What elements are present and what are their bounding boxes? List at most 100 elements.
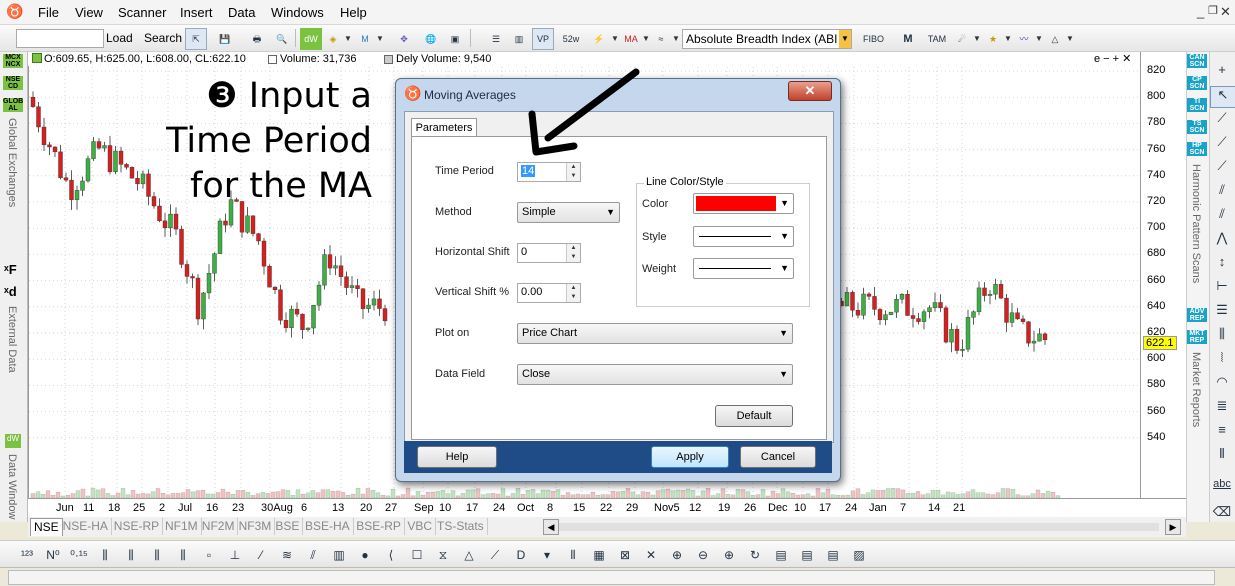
vertical-shift-stepper[interactable]: 0.00 ▲ ▼: [517, 283, 581, 303]
draw-tool-icon[interactable]: ◈: [322, 28, 344, 50]
cursor-icon[interactable]: ↖: [1210, 86, 1235, 108]
cycle-icon[interactable]: ⦚: [1210, 350, 1234, 370]
line-sl-icon[interactable]: ⟋: [1210, 158, 1234, 178]
exchange-global[interactable]: GLOB AL: [3, 98, 23, 112]
cross-icon[interactable]: ✕: [640, 544, 662, 566]
color-select[interactable]: ▼: [693, 193, 794, 214]
tab-ts-stats[interactable]: TS-Stats: [434, 518, 488, 535]
scroll-right-icon[interactable]: ▶: [1165, 519, 1181, 535]
close-icon[interactable]: ✕: [1220, 4, 1231, 20]
tab-nse[interactable]: NSE: [30, 518, 63, 536]
pattern-icon[interactable]: ⚡: [588, 28, 610, 50]
screen-icon[interactable]: ▣: [444, 28, 466, 50]
wave-icon[interactable]: 〰: [1013, 28, 1035, 50]
dropdown-icon[interactable]: ▾: [536, 544, 558, 566]
stepper-arrows-icon[interactable]: ▲ ▼: [566, 284, 580, 302]
tab-nf3m[interactable]: NF3M: [236, 518, 276, 535]
global-exchanges-tab[interactable]: Global Exchanges: [6, 118, 18, 207]
d-line-icon[interactable]: D: [510, 544, 532, 566]
help-button[interactable]: Help: [417, 446, 497, 468]
style-select[interactable]: ▼: [693, 226, 794, 247]
numbers-icon[interactable]: ¹²³: [16, 544, 38, 566]
parallel-icon[interactable]: ⫽: [302, 544, 324, 566]
menu-insert[interactable]: Insert: [180, 5, 213, 20]
tab-bse[interactable]: BSE: [272, 518, 304, 535]
apply-button[interactable]: Apply: [651, 446, 729, 468]
bars-4-icon[interactable]: ⫼: [172, 544, 194, 566]
external-data-tab[interactable]: External Data: [6, 306, 18, 373]
indicator-select[interactable]: Absolute Breadth Index (ABI ▼: [682, 29, 852, 49]
volume-profile-icon[interactable]: VP: [532, 28, 554, 50]
restore-icon[interactable]: ❐: [1208, 4, 1218, 17]
gann-icon[interactable]: ⫼: [1210, 326, 1234, 346]
wave-tool-icon[interactable]: ⋀: [1210, 230, 1234, 250]
ma-icon[interactable]: MA: [620, 28, 642, 50]
menu-windows[interactable]: Windows: [271, 5, 324, 20]
tab-vbc[interactable]: VBC: [404, 518, 437, 535]
connect-icon[interactable]: ✥: [393, 28, 415, 50]
zoom-out-icon[interactable]: ⊖: [692, 544, 714, 566]
report-adv[interactable]: ADV REP: [1187, 308, 1207, 322]
exchange-mcx[interactable]: MCX NCX: [3, 54, 23, 68]
chevron-down-icon[interactable]: ▼: [839, 30, 851, 48]
grid-icon[interactable]: ▦: [588, 544, 610, 566]
chart-type-icon[interactable]: ☰: [485, 28, 507, 50]
channel-sl-icon[interactable]: ⫽: [1210, 206, 1234, 226]
data-window-icon[interactable]: dW: [300, 28, 322, 50]
weight-select[interactable]: ▼: [693, 258, 794, 279]
horizontal-scrollbar[interactable]: [559, 523, 1159, 531]
pointer-tool-icon[interactable]: ⇱: [185, 28, 207, 50]
refresh-icon[interactable]: ↻: [744, 544, 766, 566]
list-3-icon[interactable]: ▤: [822, 544, 844, 566]
bar-chart-icon[interactable]: ▥: [508, 28, 530, 50]
list-2-icon[interactable]: ▤: [796, 544, 818, 566]
minimize-icon[interactable]: _: [1197, 4, 1204, 19]
scan-ti[interactable]: TI SCN: [1187, 98, 1207, 112]
save-icon[interactable]: 💾: [214, 28, 236, 50]
decimal-icon[interactable]: ⁰·¹⁵: [68, 544, 90, 566]
vertical-line-icon[interactable]: ↕: [1210, 254, 1234, 274]
symbol-input[interactable]: [16, 29, 104, 48]
cancel-button[interactable]: Cancel: [740, 446, 816, 468]
fibo-icon[interactable]: ☰: [1210, 302, 1234, 322]
market-reports-tab[interactable]: Market Reports: [1190, 352, 1202, 427]
report-mkt[interactable]: MKT REP: [1187, 330, 1207, 344]
bars-2-icon[interactable]: ⫼: [120, 544, 142, 566]
globe-icon[interactable]: 🌐: [420, 28, 442, 50]
tab-nf2m[interactable]: NF2M: [199, 518, 239, 535]
tab-bse-rp[interactable]: BSE-RP: [353, 518, 405, 535]
harmonic-pattern-scans-tab[interactable]: Harmonic Pattern Scans: [1190, 164, 1202, 283]
menu-file[interactable]: File: [38, 5, 59, 20]
default-button[interactable]: Default: [715, 405, 793, 427]
plot-on-select[interactable]: Price Chart ▼: [517, 323, 793, 344]
retracement-icon[interactable]: ≡: [1210, 422, 1234, 442]
xd-icon[interactable]: ˣd: [4, 284, 17, 299]
scan-can[interactable]: CAN SCN: [1187, 54, 1207, 68]
tab-bse-ha[interactable]: BSE-HA: [302, 518, 354, 535]
xf-icon[interactable]: ˣF: [4, 262, 17, 277]
fan-icon[interactable]: ≣: [1210, 398, 1234, 418]
scan-cp[interactable]: CP SCN: [1187, 76, 1207, 90]
star-icon[interactable]: ★: [982, 28, 1004, 50]
load-button[interactable]: Load: [106, 31, 133, 45]
chart-zoom-controls[interactable]: e − + ✕: [1094, 52, 1131, 65]
harmonic-icon[interactable]: △: [1044, 28, 1066, 50]
print-preview-icon[interactable]: 🔍: [271, 28, 293, 50]
dialog-close-button[interactable]: ✕: [788, 81, 832, 101]
crosshair-icon[interactable]: +: [1210, 62, 1234, 82]
eraser-icon[interactable]: ⌫: [1210, 504, 1234, 524]
tab-parameters[interactable]: Parameters: [411, 118, 477, 137]
auto-fibo-icon[interactable]: FIBO: [862, 28, 884, 50]
menu-scanner[interactable]: Scanner: [118, 5, 166, 20]
indicator-tool-icon[interactable]: M: [354, 28, 376, 50]
52wk-icon[interactable]: 52w: [560, 28, 582, 50]
period-icon[interactable]: ⦀: [1210, 446, 1234, 466]
line-abc-icon[interactable]: ⟋: [484, 544, 506, 566]
tab-nf1m[interactable]: NF1M: [162, 518, 202, 535]
horizontal-line-icon[interactable]: ⊢: [1210, 278, 1234, 298]
scroll-left-icon[interactable]: ◀: [543, 519, 559, 535]
candle-icon[interactable]: ☄: [951, 28, 973, 50]
columns-icon[interactable]: ▥: [328, 544, 350, 566]
square-icon[interactable]: ☐: [406, 544, 428, 566]
search-button[interactable]: Search: [144, 31, 182, 45]
